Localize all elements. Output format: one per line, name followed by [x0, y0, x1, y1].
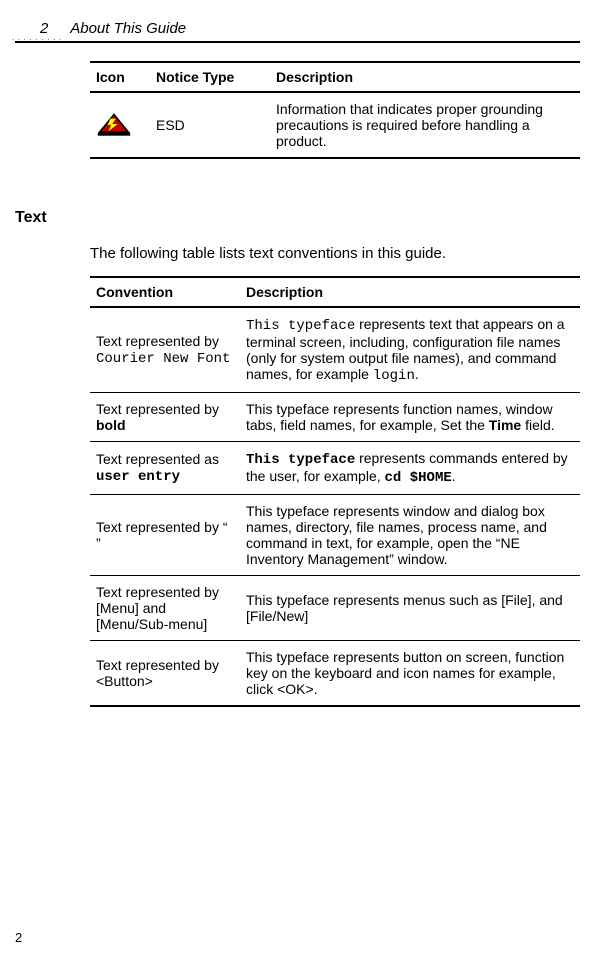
description-cell: This typeface represents commands entere…: [240, 442, 580, 495]
table-row: Text represented by [Menu] and [Menu/Sub…: [90, 576, 580, 641]
table-row: ESD Information that indicates proper gr…: [90, 92, 580, 158]
table-row: Text represented by <Button> This typefa…: [90, 641, 580, 707]
conv-text: Text represented by: [96, 401, 219, 417]
description-cell: Information that indicates proper ground…: [270, 92, 580, 158]
convention-cell: Text represented as user entry: [90, 442, 240, 495]
convention-cell: Text represented by “ ”: [90, 495, 240, 576]
convention-cell: Text represented by <Button>: [90, 641, 240, 707]
desc-mono: login: [373, 368, 415, 384]
desc-monobold: This typeface: [246, 452, 355, 468]
header-title: About This Guide: [70, 20, 186, 37]
table-header-row: Icon Notice Type Description: [90, 62, 580, 92]
notice-type-table: Icon Notice Type Description ESD Informa…: [90, 61, 580, 159]
desc-text: field.: [521, 417, 554, 433]
col-header-description: Description: [270, 62, 580, 92]
desc-text: .: [452, 468, 456, 484]
esd-icon-cell: [90, 92, 150, 158]
description-cell: This typeface represents text that appea…: [240, 307, 580, 393]
table-row: Text represented by Courier New Font Thi…: [90, 307, 580, 393]
convention-cell: Text represented by [Menu] and [Menu/Sub…: [90, 576, 240, 641]
footer-page-number: 2: [15, 930, 22, 945]
col-header-icon: Icon: [90, 62, 150, 92]
table-row: Text represented by bold This typeface r…: [90, 393, 580, 442]
section-content: The following table lists text conventio…: [15, 245, 580, 707]
content-area: Icon Notice Type Description ESD Informa…: [15, 61, 580, 159]
conv-bold: bold: [96, 417, 126, 433]
convention-cell: Text represented by Courier New Font: [90, 307, 240, 393]
conv-text: Text represented by: [96, 333, 219, 349]
col-header-notice-type: Notice Type: [150, 62, 270, 92]
page-header: 2 About This Guide: [15, 20, 580, 43]
description-cell: This typeface represents button on scree…: [240, 641, 580, 707]
convention-cell: Text represented by bold: [90, 393, 240, 442]
notice-type-cell: ESD: [150, 92, 270, 158]
desc-monobold: cd $HOME: [385, 470, 452, 486]
section-intro: The following table lists text conventio…: [90, 245, 580, 262]
col-header-description: Description: [240, 277, 580, 307]
table-header-row: Convention Description: [90, 277, 580, 307]
table-row: Text represented by “ ” This typeface re…: [90, 495, 580, 576]
conv-monobold: user entry: [96, 469, 180, 485]
conventions-table: Convention Description Text represented …: [90, 276, 580, 707]
page: 2 About This Guide Icon Notice Type Desc…: [0, 0, 615, 727]
section-heading-text: Text: [15, 209, 580, 227]
desc-text: .: [415, 366, 419, 382]
desc-bold: Time: [489, 417, 521, 433]
description-cell: This typeface represents function names,…: [240, 393, 580, 442]
col-header-convention: Convention: [90, 277, 240, 307]
table-row: Text represented as user entry This type…: [90, 442, 580, 495]
header-page-number: 2: [40, 20, 48, 37]
conv-mono: Courier New Font: [96, 351, 230, 367]
conv-text: Text represented as: [96, 451, 219, 467]
desc-mono: This typeface: [246, 318, 355, 334]
esd-triangle-icon: [96, 111, 132, 137]
description-cell: This typeface represents menus such as […: [240, 576, 580, 641]
description-cell: This typeface represents window and dial…: [240, 495, 580, 576]
